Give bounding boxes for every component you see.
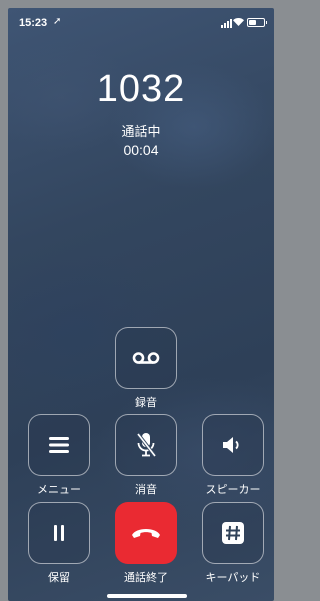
status-bar: 15:23 ➚ [8, 8, 274, 38]
microphone-off-icon [136, 432, 157, 458]
hold-button[interactable] [28, 502, 90, 564]
speaker-control[interactable]: スピーカー [201, 414, 265, 497]
menu-control[interactable]: メニュー [27, 414, 91, 497]
speaker-label: スピーカー [205, 483, 261, 496]
hold-control[interactable]: 保留 [27, 502, 91, 585]
mute-control[interactable]: 消音 [114, 414, 178, 497]
keypad-button[interactable] [202, 502, 264, 564]
record-button[interactable] [115, 327, 177, 389]
mute-label: 消音 [135, 483, 157, 496]
battery-icon [247, 18, 267, 27]
record-label: 録音 [135, 396, 157, 409]
caller-number: 1032 [96, 68, 186, 110]
cellular-signal-icon [221, 19, 232, 28]
voicemail-icon [132, 352, 160, 364]
mute-button[interactable] [115, 414, 177, 476]
end-call-button[interactable] [115, 502, 177, 564]
keypad-icon [222, 522, 244, 544]
end-call-control[interactable]: 通話終了 [114, 502, 178, 585]
keypad-control[interactable]: キーパッド [201, 502, 265, 585]
location-arrow-icon: ➚ [53, 16, 62, 27]
keypad-label: キーパッド [205, 571, 261, 584]
record-control[interactable]: 録音 [114, 327, 178, 410]
menu-icon [49, 437, 69, 453]
call-screen: 15:23 ➚ 1032 通話中 00:04 録音 メニュー 消音 スピーカー … [8, 8, 274, 601]
call-state: 通話中 [121, 125, 161, 140]
pause-icon [54, 525, 64, 541]
status-time: 15:23 [19, 17, 48, 29]
menu-label: メニュー [37, 483, 81, 496]
wifi-icon [233, 18, 244, 26]
menu-button[interactable] [28, 414, 90, 476]
call-duration: 00:04 [123, 142, 159, 158]
home-indicator[interactable] [107, 594, 187, 598]
end-call-label: 通話終了 [124, 571, 168, 584]
hold-label: 保留 [48, 571, 70, 584]
hang-up-icon [132, 529, 160, 538]
speaker-button[interactable] [202, 414, 264, 476]
speaker-icon [223, 437, 239, 453]
